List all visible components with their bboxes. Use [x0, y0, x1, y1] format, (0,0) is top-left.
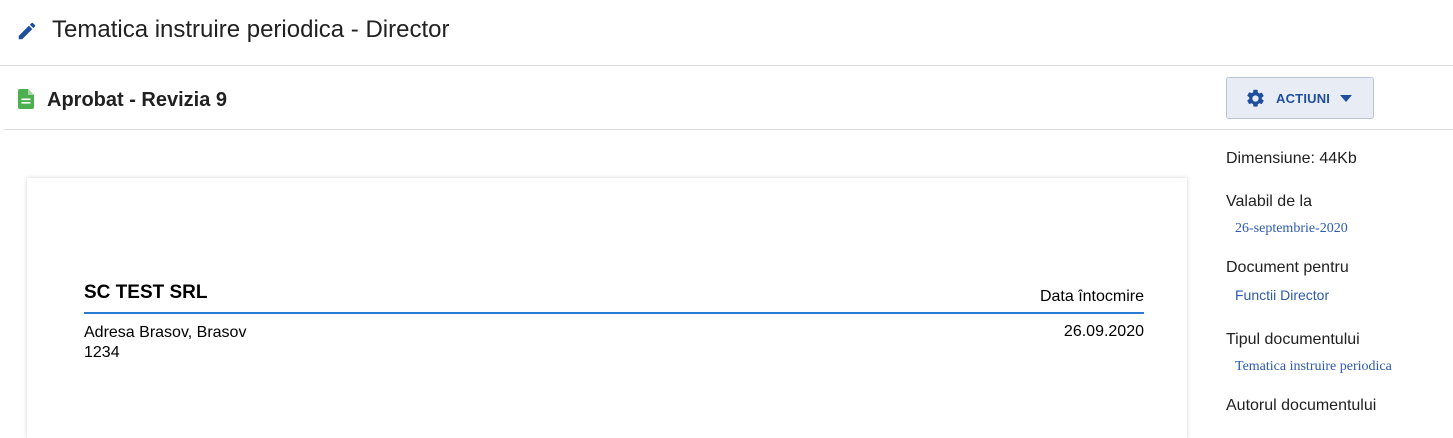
address-line: Adresa Brasov, Brasov [84, 324, 247, 341]
date-value: 26.09.2020 [1063, 323, 1144, 340]
document-for-label: Document pentru [1226, 259, 1349, 276]
page-title: Tematica instruire periodica - Director [52, 16, 450, 43]
status-label: Aprobat - Revizia 9 [47, 89, 228, 111]
header-divider [84, 312, 1144, 314]
pencil-icon[interactable] [16, 20, 38, 42]
actions-dropdown-button[interactable]: ACTIUNI [1226, 77, 1374, 119]
date-label: Data întocmire [1039, 288, 1144, 305]
document-preview: SC TEST SRL Data întocmire Adresa Brasov… [27, 178, 1187, 438]
document-for-value[interactable]: Functii Director [1235, 287, 1329, 303]
document-type-value[interactable]: Tematica instruire periodica [1235, 359, 1392, 375]
company-name: SC TEST SRL [84, 282, 208, 303]
company-address: Adresa Brasov, Brasov 1234 [84, 323, 246, 363]
page-header: Tematica instruire periodica - Director [0, 0, 1453, 66]
gear-icon [1247, 89, 1264, 107]
document-size: Dimensiune: 44Kb [1226, 150, 1357, 167]
valid-from-label: Valabil de la [1226, 193, 1312, 210]
actions-label: ACTIUNI [1276, 91, 1331, 106]
caret-down-icon [1340, 95, 1352, 102]
document-author-label: Autorul documentului [1226, 397, 1377, 414]
document-type-label: Tipul documentului [1226, 331, 1360, 348]
address-line: 1234 [84, 344, 120, 361]
valid-from-value[interactable]: 26-septembrie-2020 [1235, 221, 1348, 237]
document-icon [18, 89, 34, 109]
